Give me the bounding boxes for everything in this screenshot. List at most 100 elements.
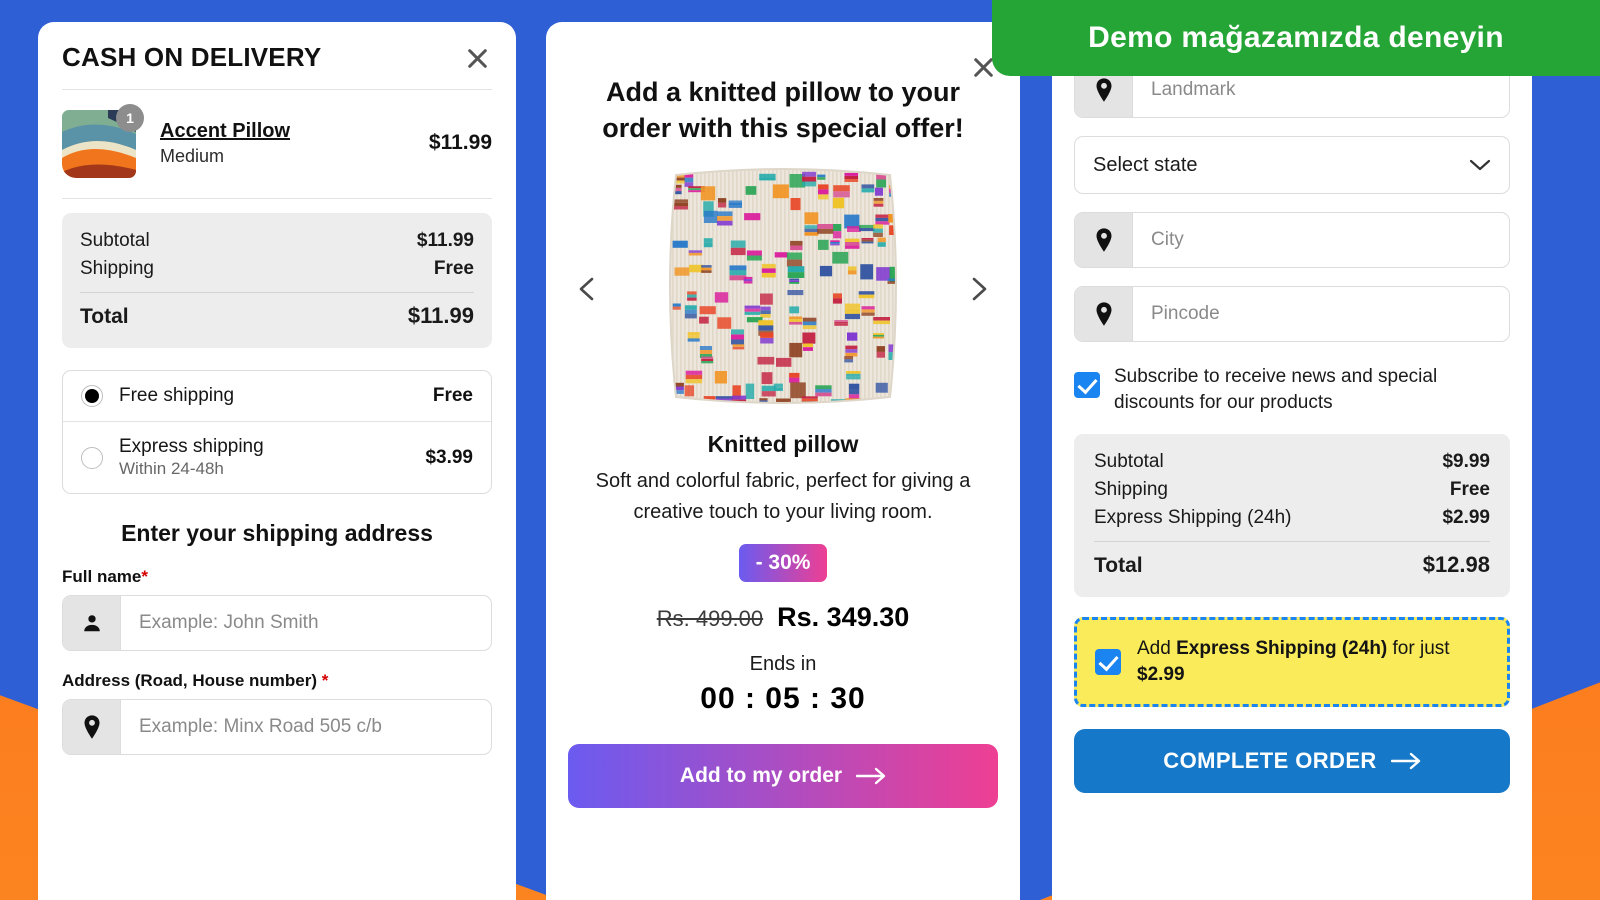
shipping-value: Free (1449, 479, 1490, 501)
required-marker: * (321, 671, 329, 690)
totals-row-total: Total $12.98 (1094, 549, 1490, 581)
pincode-input[interactable] (1133, 287, 1509, 341)
arrow-right-icon (1390, 752, 1420, 769)
express-shipping-label: Express Shipping (24h) (1094, 507, 1292, 529)
add-to-my-order-label: Add to my order (679, 764, 843, 788)
shipping-option-text: Express shipping Within 24-48h (119, 436, 409, 479)
express-shipping-upsell-box[interactable]: Add Express Shipping (24h) for just $2.9… (1074, 617, 1510, 707)
city-field-row[interactable] (1074, 212, 1510, 268)
checkout-form-inner: Select state Subscribe to receive news a… (1074, 22, 1510, 793)
shipping-label: Shipping (80, 258, 154, 279)
checkbox-subscribe[interactable] (1074, 372, 1100, 398)
shipping-option-price: $3.99 (425, 446, 473, 468)
state-select[interactable]: Select state (1074, 136, 1510, 194)
subtotal-label: Subtotal (80, 230, 150, 251)
full-name-input[interactable] (121, 596, 491, 650)
location-pin-icon (1075, 213, 1133, 267)
express-upsell-middle: for just (1387, 638, 1450, 660)
close-icon[interactable] (462, 43, 492, 73)
offer-carousel (568, 157, 998, 421)
shipping-address-heading: Enter your shipping address (121, 520, 433, 546)
cart-item-variant: Medium (160, 146, 225, 166)
total-label: Total (80, 305, 129, 328)
subscribe-label: Subscribe to receive news and special di… (1114, 366, 1438, 414)
checkout-form-panel: Select state Subscribe to receive news a… (1052, 22, 1532, 900)
express-upsell-price: $2.99 (1137, 664, 1185, 686)
complete-order-label: COMPLETE ORDER (1163, 747, 1377, 773)
total-value: $12.98 (1422, 552, 1490, 578)
cart-item-info: Accent Pillow Medium (160, 119, 415, 167)
express-upsell-label: Add Express Shipping (24h) for just $2.9… (1137, 636, 1489, 687)
radio-express-shipping[interactable] (81, 446, 103, 469)
full-name-label: Full name* (62, 567, 492, 587)
address-field-row[interactable] (62, 699, 492, 755)
divider (62, 198, 492, 199)
page-title: CASH ON DELIVERY (62, 42, 322, 72)
price-discounted: Rs. 349.30 (777, 602, 910, 633)
cart-thumbnail-wrap: 1 (62, 104, 146, 182)
totals-row-express-shipping: Express Shipping (24h) $2.99 (1094, 504, 1490, 532)
shipping-option-name: Express shipping (119, 436, 264, 457)
address-input[interactable] (121, 700, 491, 754)
cart-item-price: $11.99 (428, 131, 492, 154)
cart-line-item: 1 Accent Pillow Medium $11.99 (62, 90, 492, 198)
totals-row-shipping: Shipping Free (80, 255, 474, 283)
chevron-left-icon[interactable] (572, 273, 604, 305)
total-value: $11.99 (407, 303, 474, 328)
totals-rule (80, 292, 474, 293)
shipping-value: Free (433, 258, 474, 279)
express-upsell-prefix: Add (1137, 638, 1177, 660)
shipping-option-text: Free shipping (119, 385, 417, 407)
pincode-field-row[interactable] (1074, 286, 1510, 342)
city-input[interactable] (1133, 213, 1509, 267)
totals-row-total: Total $11.99 (80, 300, 474, 332)
arrow-right-icon (856, 768, 886, 785)
discount-badge: - 30% (738, 544, 828, 583)
full-name-field-row[interactable] (62, 595, 492, 651)
address-label: Address (Road, House number) * (62, 671, 492, 691)
shipping-option-free[interactable]: Free shipping Free (63, 371, 491, 421)
shipping-option-express[interactable]: Express shipping Within 24-48h $3.99 (63, 421, 491, 493)
person-icon (63, 596, 121, 650)
location-pin-icon (1075, 287, 1133, 341)
location-pin-icon (63, 700, 121, 754)
offer-product-name: Knitted pillow (707, 430, 859, 457)
shipping-option-price: Free (432, 385, 473, 406)
offer-description: Soft and colorful fabric, perfect for gi… (595, 469, 971, 524)
radio-free-shipping[interactable] (81, 385, 103, 407)
complete-order-button[interactable]: COMPLETE ORDER (1074, 728, 1510, 793)
shipping-option-name: Free shipping (119, 385, 235, 406)
knitted-pillow-image (669, 167, 897, 404)
demo-store-banner-label: Demo mağazamızda deneyin (1088, 21, 1504, 54)
upsell-offer-panel: Add a knitted pillow to your order with … (546, 22, 1020, 900)
offer-price-line: Rs. 499.00 Rs. 349.30 (568, 602, 998, 633)
add-to-my-order-button[interactable]: Add to my order (568, 744, 998, 809)
chevron-right-icon[interactable] (962, 273, 994, 305)
shipping-method-group: Free shipping Free Express shipping With… (62, 370, 492, 494)
subtotal-value: $9.99 (1442, 451, 1490, 473)
subtotal-label: Subtotal (1094, 451, 1164, 473)
subscribe-checkbox-row[interactable]: Subscribe to receive news and special di… (1074, 364, 1510, 416)
totals-rule (1094, 541, 1490, 543)
totals-row-subtotal: Subtotal $11.99 (80, 227, 474, 255)
total-label: Total (1094, 554, 1143, 578)
price-original: Rs. 499.00 (656, 606, 764, 632)
chevron-down-icon (1469, 159, 1491, 171)
shipping-option-sub: Within 24-48h (119, 459, 224, 478)
demo-store-banner[interactable]: Demo mağazamızda deneyin (992, 0, 1600, 76)
cash-on-delivery-panel: CASH ON DELIVERY 1 Accent Pillow Medium (38, 22, 516, 900)
cod-panel-header: CASH ON DELIVERY (62, 22, 492, 89)
cart-quantity-badge: 1 (116, 104, 144, 132)
address-label-text: Address (Road, House number) (62, 671, 318, 690)
shipping-label: Shipping (1094, 479, 1168, 501)
checkout-totals-box: Subtotal $9.99 Shipping Free Express Shi… (1074, 434, 1510, 598)
cart-item-name[interactable]: Accent Pillow (160, 119, 415, 144)
cod-totals-box: Subtotal $11.99 Shipping Free Total $11.… (62, 213, 492, 348)
subtotal-value: $11.99 (416, 230, 474, 251)
required-marker: * (141, 567, 148, 586)
checkbox-express-shipping[interactable] (1095, 649, 1121, 676)
state-select-value: Select state (1093, 153, 1198, 176)
express-upsell-service: Express Shipping (24h) (1176, 638, 1388, 660)
totals-row-shipping: Shipping Free (1094, 476, 1490, 504)
totals-row-subtotal: Subtotal $9.99 (1094, 448, 1490, 476)
